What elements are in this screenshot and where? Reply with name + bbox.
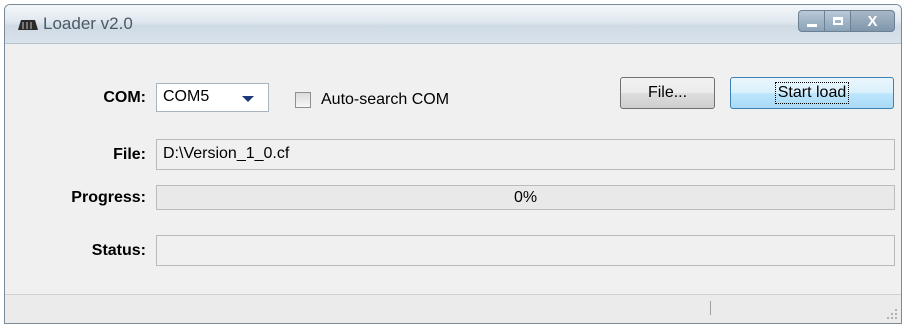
progress-bar: 0% xyxy=(156,185,895,210)
status-bar xyxy=(5,294,901,323)
status-bar-separator xyxy=(710,301,711,315)
window-title: Loader v2.0 xyxy=(43,14,133,33)
maximize-button[interactable] xyxy=(825,10,851,32)
minimize-icon xyxy=(806,23,817,27)
close-button[interactable]: X xyxy=(851,10,895,32)
file-path-field: D:\Version_1_0.cf xyxy=(156,139,895,170)
file-browse-button[interactable]: File... xyxy=(620,77,715,109)
start-load-label: Start load xyxy=(774,82,850,104)
start-load-button[interactable]: Start load xyxy=(730,77,894,109)
progress-label: Progress: xyxy=(71,189,146,206)
file-browse-label: File... xyxy=(647,84,688,101)
auto-search-label[interactable]: Auto-search COM xyxy=(321,91,449,109)
chevron-down-icon[interactable] xyxy=(242,96,254,102)
status-label: Status: xyxy=(91,242,146,259)
maximize-icon xyxy=(832,17,843,25)
com-label: COM: xyxy=(103,89,146,106)
progress-percent: 0% xyxy=(513,189,538,206)
file-label: File: xyxy=(113,146,146,163)
com-port-select[interactable]: COM5 xyxy=(156,83,269,112)
com-port-value: COM5 xyxy=(163,88,210,105)
close-icon: X xyxy=(867,12,878,30)
minimize-button[interactable] xyxy=(798,10,825,32)
resize-grip-icon[interactable] xyxy=(886,308,898,320)
auto-search-checkbox[interactable] xyxy=(295,92,311,108)
file-path-value: D:\Version_1_0.cf xyxy=(163,145,290,162)
status-field xyxy=(156,235,895,266)
window-controls: X xyxy=(798,10,895,32)
title-bar[interactable]: Loader v2.0 X xyxy=(5,5,901,44)
loader-app-icon xyxy=(18,20,38,30)
loader-window: Loader v2.0 X COM: COM5 Auto-search COM … xyxy=(4,4,902,324)
